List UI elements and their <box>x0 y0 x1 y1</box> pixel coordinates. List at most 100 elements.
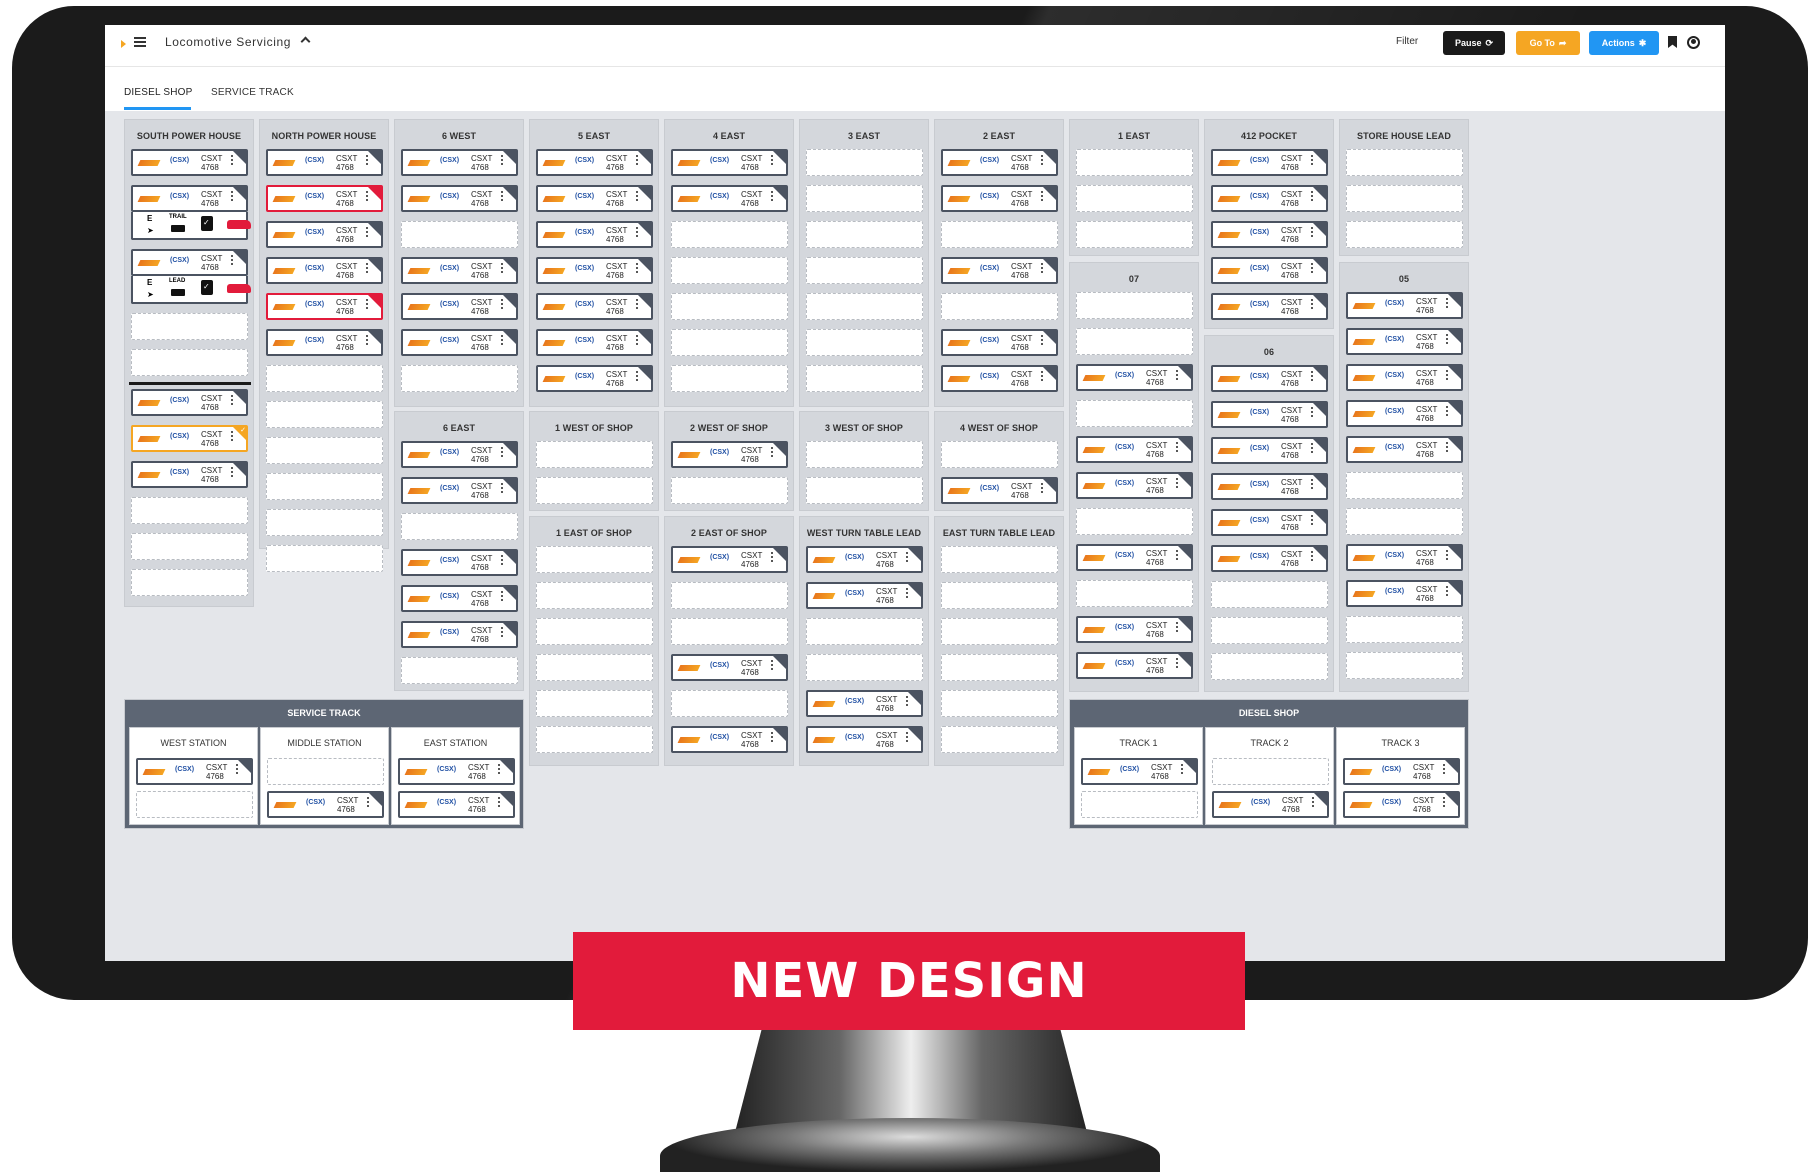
empty-slot[interactable] <box>806 257 923 284</box>
empty-slot[interactable] <box>536 726 653 753</box>
locomotive-card[interactable]: (CSX) CSXT 4768 <box>401 293 518 320</box>
locomotive-card[interactable]: (CSX) CSXT 4768 <box>266 185 383 212</box>
locomotive-card[interactable]: (CSX) CSXT 4768 <box>1076 436 1193 463</box>
empty-slot[interactable] <box>806 618 923 645</box>
locomotive-card[interactable]: (CSX) CSXT 4768 <box>941 329 1058 356</box>
empty-slot[interactable] <box>806 149 923 176</box>
empty-slot[interactable] <box>671 221 788 248</box>
locomotive-card[interactable]: (CSX) CSXT 4768 <box>941 149 1058 176</box>
locomotive-card[interactable]: (CSX) CSXT 4768 <box>131 461 248 488</box>
locomotive-card[interactable]: (CSX) CSXT 4768 <box>1346 400 1463 427</box>
empty-slot[interactable] <box>131 569 248 596</box>
empty-slot[interactable] <box>131 533 248 560</box>
nav-arrow-icon[interactable] <box>121 40 126 48</box>
locomotive-card[interactable]: (CSX) CSXT 4768 <box>536 149 653 176</box>
locomotive-card[interactable]: (CSX) CSXT 4768 <box>401 441 518 468</box>
locomotive-card[interactable]: (CSX) CSXT 4768 <box>401 585 518 612</box>
empty-slot[interactable] <box>401 513 518 540</box>
locomotive-card[interactable]: (CSX) CSXT 4768 <box>131 149 248 176</box>
locomotive-card[interactable]: (CSX) CSXT 4768 <box>941 257 1058 284</box>
locomotive-card[interactable]: (CSX) CSXT 4768 <box>671 149 788 176</box>
empty-slot[interactable] <box>1212 758 1329 785</box>
locomotive-card[interactable]: (CSX) CSXT 4768 <box>266 149 383 176</box>
locomotive-card[interactable]: (CSX) CSXT 4768 <box>806 690 923 717</box>
empty-slot[interactable] <box>1076 508 1193 535</box>
locomotive-card[interactable]: (CSX) CSXT 4768 <box>536 329 653 356</box>
locomotive-card[interactable]: (CSX) CSXT 4768 <box>131 185 248 212</box>
empty-slot[interactable] <box>266 545 383 572</box>
empty-slot[interactable] <box>131 313 248 340</box>
locomotive-card[interactable]: (CSX) CSXT 4768 <box>941 365 1058 392</box>
locomotive-card[interactable]: (CSX) CSXT 4768 <box>806 726 923 753</box>
empty-slot[interactable] <box>671 293 788 320</box>
locomotive-card[interactable]: (CSX) CSXT 4768 <box>671 441 788 468</box>
empty-slot[interactable] <box>1211 617 1328 644</box>
locomotive-card[interactable]: (CSX) CSXT 4768 <box>266 257 383 284</box>
empty-slot[interactable] <box>536 441 653 468</box>
locomotive-card[interactable]: (CSX) CSXT 4768 <box>806 582 923 609</box>
empty-slot[interactable] <box>266 401 383 428</box>
locomotive-card[interactable]: (CSX) CSXT 4768 <box>266 329 383 356</box>
locomotive-card[interactable]: (CSX) CSXT 4768 <box>1343 758 1460 785</box>
locomotive-card[interactable]: (CSX) CSXT 4768 <box>1211 545 1328 572</box>
locomotive-card[interactable]: (CSX) CSXT 4768 <box>536 185 653 212</box>
locomotive-card[interactable]: (CSX) CSXT 4768 <box>401 549 518 576</box>
empty-slot[interactable] <box>401 365 518 392</box>
empty-slot[interactable] <box>1346 472 1463 499</box>
empty-slot[interactable] <box>1076 149 1193 176</box>
locomotive-card[interactable]: (CSX) CSXT 4768 <box>671 546 788 573</box>
locomotive-card[interactable]: (CSX) CSXT 4768 <box>671 726 788 753</box>
empty-slot[interactable] <box>941 690 1058 717</box>
locomotive-card[interactable]: (CSX) CSXT 4768 <box>266 293 383 320</box>
empty-slot[interactable] <box>1076 400 1193 427</box>
tab-service-track[interactable]: SERVICE TRACK <box>211 87 294 98</box>
pause-button[interactable]: Pause ⟳ <box>1443 31 1505 55</box>
empty-slot[interactable] <box>536 546 653 573</box>
empty-slot[interactable] <box>131 497 248 524</box>
empty-slot[interactable] <box>1211 581 1328 608</box>
filter-button[interactable]: Filter <box>1396 36 1418 47</box>
chevron-up-icon[interactable] <box>300 36 311 47</box>
locomotive-card[interactable]: (CSX) CSXT 4768 <box>1343 791 1460 818</box>
locomotive-card[interactable]: (CSX) CSXT 4768 <box>398 791 515 818</box>
empty-slot[interactable] <box>806 329 923 356</box>
locomotive-card[interactable]: (CSX) CSXT 4768 <box>941 185 1058 212</box>
empty-slot[interactable] <box>806 654 923 681</box>
locomotive-card[interactable]: (CSX) CSXT 4768 <box>131 425 248 452</box>
empty-slot[interactable] <box>1346 616 1463 643</box>
locomotive-card[interactable]: (CSX) CSXT 4768 <box>1211 509 1328 536</box>
locomotive-card[interactable]: (CSX) CSXT 4768 <box>401 329 518 356</box>
empty-slot[interactable] <box>806 293 923 320</box>
empty-slot[interactable] <box>1076 328 1193 355</box>
empty-slot[interactable] <box>536 690 653 717</box>
locomotive-card[interactable]: (CSX) CSXT 4768 <box>1346 436 1463 463</box>
locomotive-card[interactable]: (CSX) CSXT 4768 <box>1211 293 1328 320</box>
empty-slot[interactable] <box>941 293 1058 320</box>
empty-slot[interactable] <box>941 441 1058 468</box>
empty-slot[interactable] <box>806 221 923 248</box>
user-account-icon[interactable] <box>1687 36 1700 49</box>
empty-slot[interactable] <box>941 618 1058 645</box>
locomotive-card[interactable]: (CSX) CSXT 4768 <box>131 389 248 416</box>
locomotive-card[interactable]: (CSX) CSXT 4768 <box>1076 616 1193 643</box>
locomotive-card[interactable]: (CSX) CSXT 4768 <box>1346 292 1463 319</box>
bookmark-icon[interactable] <box>1668 36 1677 48</box>
empty-slot[interactable] <box>1346 221 1463 248</box>
locomotive-card[interactable]: (CSX) CSXT 4768 <box>536 257 653 284</box>
empty-slot[interactable] <box>1081 791 1198 818</box>
actions-button[interactable]: Actions ✱ <box>1589 31 1659 55</box>
locomotive-card[interactable]: (CSX) CSXT 4768 <box>401 477 518 504</box>
empty-slot[interactable] <box>671 365 788 392</box>
empty-slot[interactable] <box>1346 508 1463 535</box>
locomotive-card[interactable]: (CSX) CSXT 4768 <box>131 249 248 276</box>
empty-slot[interactable] <box>536 654 653 681</box>
empty-slot[interactable] <box>941 221 1058 248</box>
empty-slot[interactable] <box>671 690 788 717</box>
tab-diesel-shop[interactable]: DIESEL SHOP <box>124 87 193 98</box>
empty-slot[interactable] <box>1346 185 1463 212</box>
locomotive-card[interactable]: (CSX) CSXT 4768 <box>1081 758 1198 785</box>
locomotive-card[interactable]: (CSX) CSXT 4768 <box>1211 185 1328 212</box>
locomotive-card[interactable]: (CSX) CSXT 4768 <box>401 185 518 212</box>
empty-slot[interactable] <box>136 791 253 818</box>
empty-slot[interactable] <box>806 185 923 212</box>
